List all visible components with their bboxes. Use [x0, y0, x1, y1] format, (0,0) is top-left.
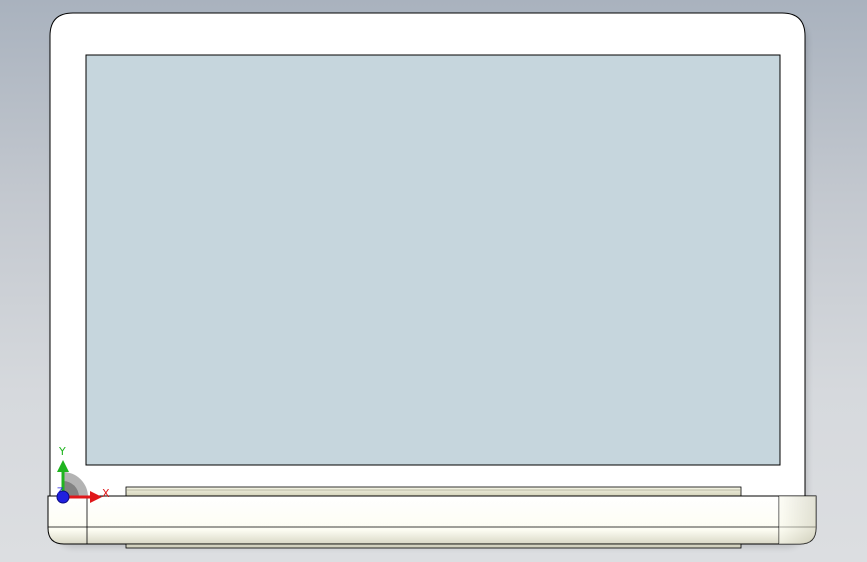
triad-x-arrowhead	[90, 491, 102, 503]
graphics-viewport[interactable]: Y X Z	[0, 0, 867, 562]
triad-y-arrowhead	[57, 460, 69, 472]
reference-triad[interactable]: Y X Z	[0, 0, 867, 562]
triad-z-label: Z	[57, 487, 63, 497]
triad-x-label: X	[102, 487, 110, 500]
triad-y-label: Y	[58, 445, 66, 458]
